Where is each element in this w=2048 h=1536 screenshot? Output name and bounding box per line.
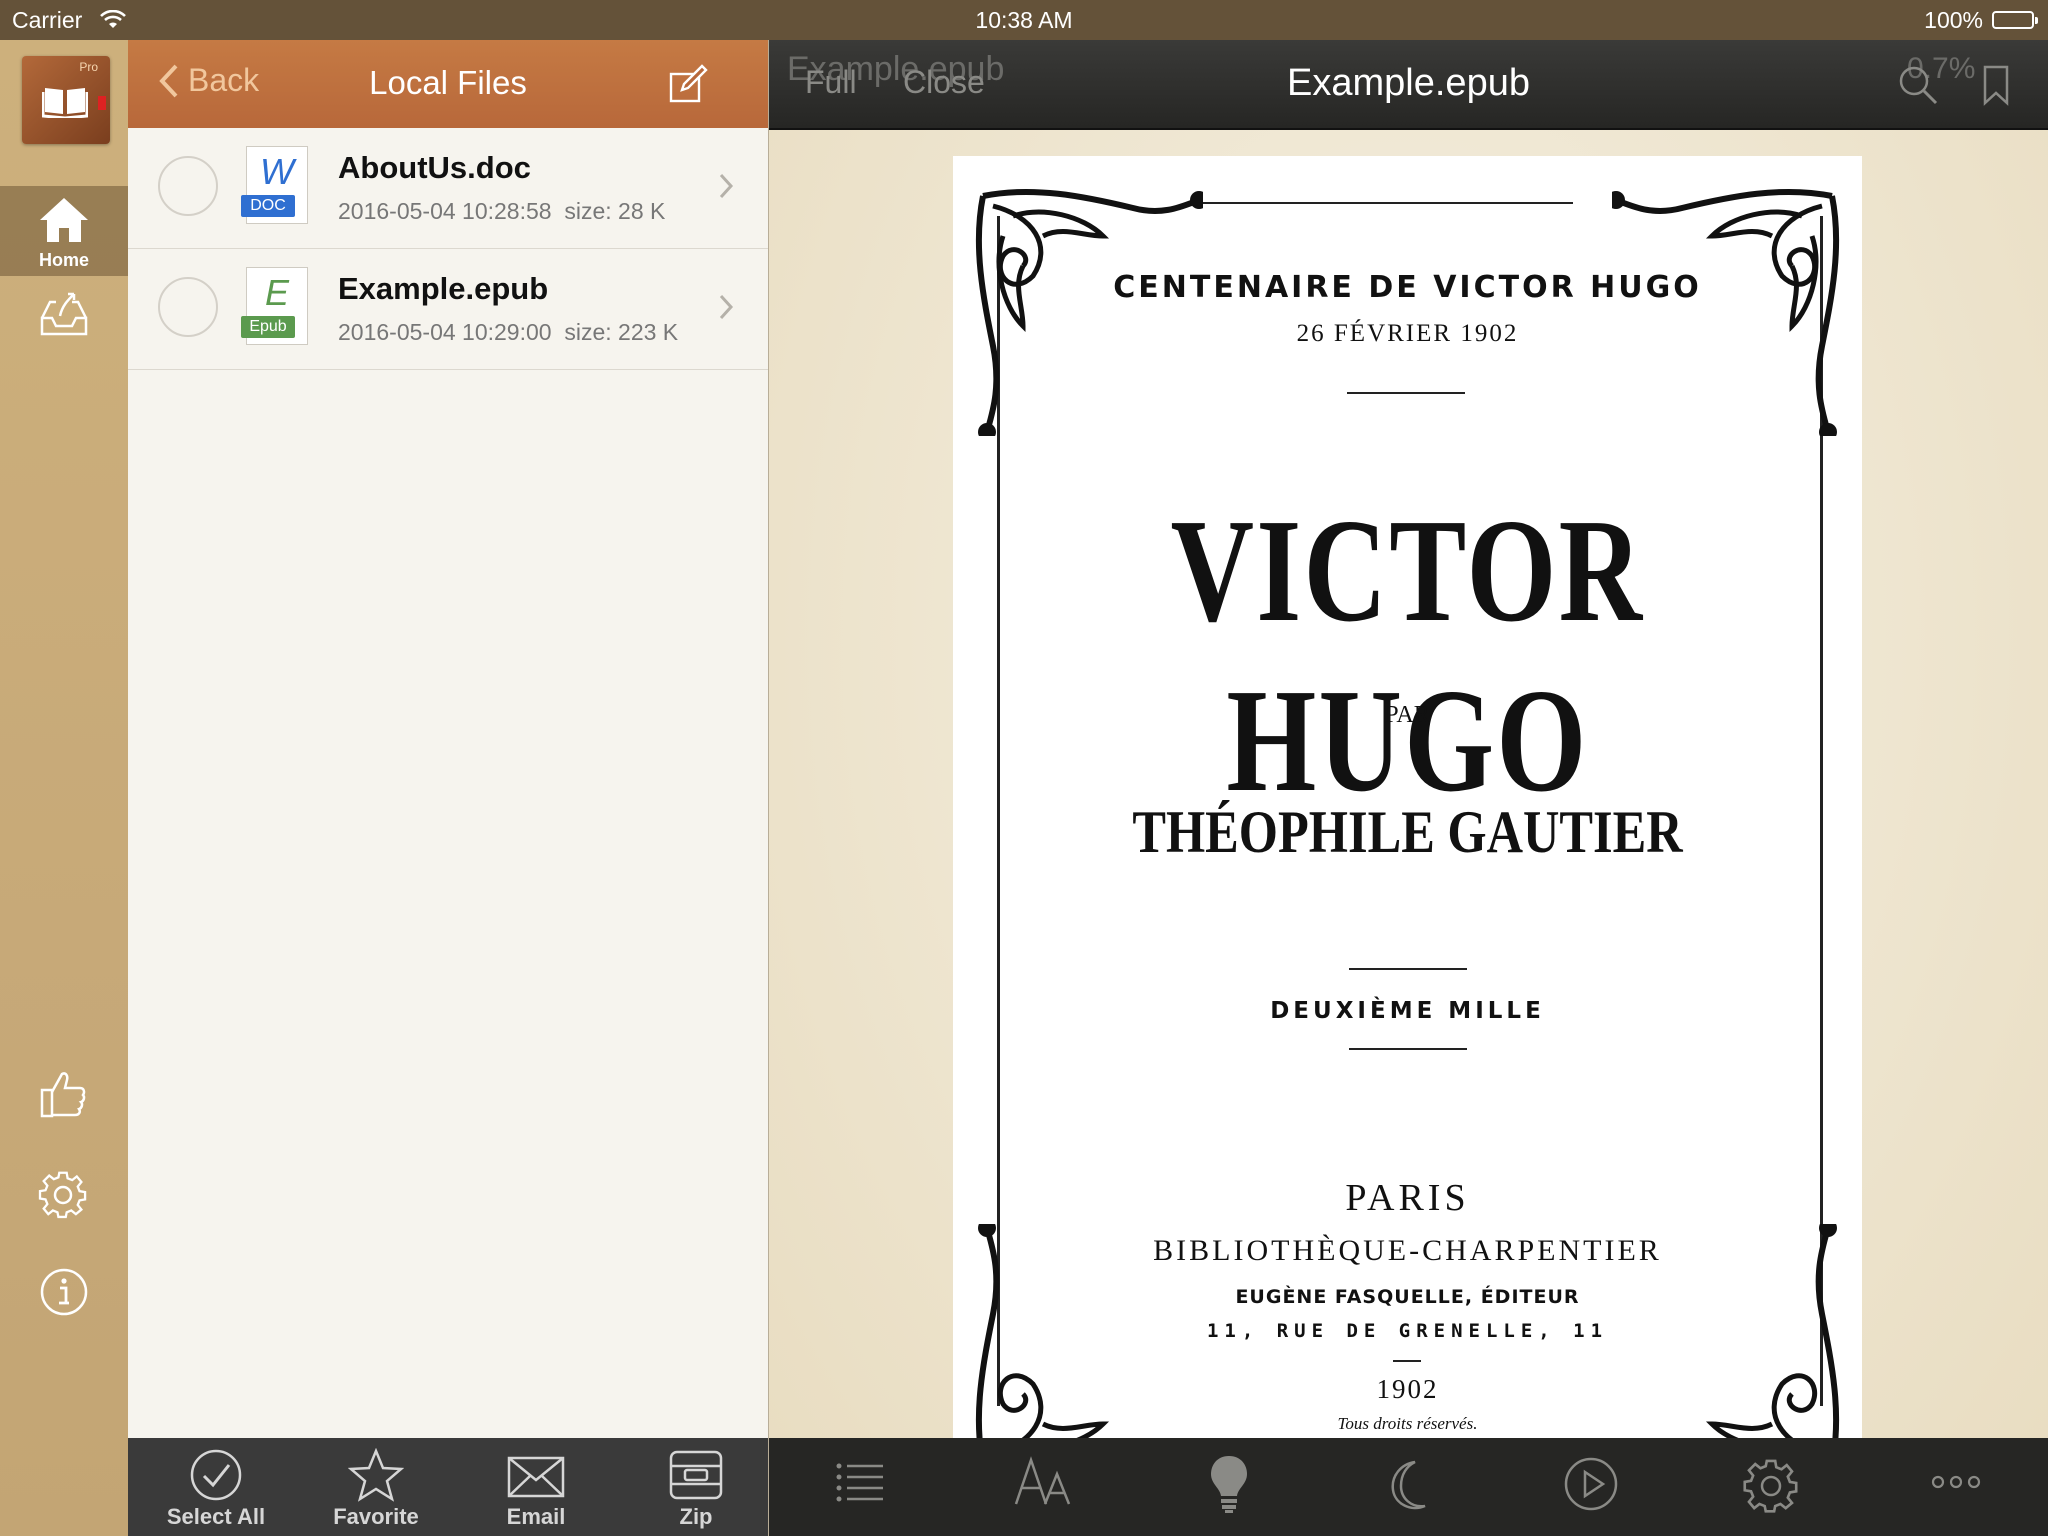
select-all-label: Select All — [166, 1504, 266, 1529]
favorite-button[interactable]: Favorite — [316, 1448, 436, 1530]
zip-label: Zip — [679, 1504, 713, 1529]
chevron-right-icon — [719, 294, 734, 320]
book-title: Example.epub — [1287, 62, 1530, 104]
edit-icon[interactable] — [668, 64, 708, 104]
file-date: 2016-05-04 10:29:00 — [338, 319, 552, 345]
lightbulb-icon[interactable] — [1209, 1454, 1249, 1514]
select-checkbox[interactable] — [158, 277, 218, 337]
page-address: 11, RUE DE GRENELLE, 11 — [1206, 1320, 1609, 1342]
sidebar-item-home[interactable]: Home — [0, 186, 128, 276]
sidebar-item-label: Home — [38, 250, 89, 270]
file-row[interactable]: W DOC AboutUs.doc 2016-05-04 10:28:58 si… — [128, 128, 768, 249]
checkmark-circle-icon — [190, 1449, 242, 1501]
favorite-label: Favorite — [333, 1504, 419, 1529]
status-bar: Carrier 10:38 AM 100% — [0, 0, 2048, 40]
font-size-icon[interactable] — [1013, 1456, 1077, 1510]
email-button[interactable]: Email — [476, 1448, 596, 1530]
page-publisher: BIBLIOTHÈQUE-CHARPENTIER — [1153, 1234, 1662, 1267]
file-size: size: 28 K — [564, 198, 666, 224]
app-logo: Pro — [22, 56, 110, 144]
page-rights: Tous droits réservés. — [1337, 1414, 1478, 1433]
files-navbar: Back Local Files — [128, 40, 768, 128]
file-row[interactable]: E Epub Example.epub 2016-05-04 10:29:00 … — [128, 249, 768, 370]
file-type-letter: W — [260, 151, 294, 192]
chevron-right-icon — [719, 173, 734, 199]
star-icon — [348, 1448, 404, 1502]
files-toolbar: Select All Favorite Email Zip — [128, 1438, 768, 1536]
file-size: size: 223 K — [564, 319, 679, 345]
page-author: THÉOPHILE GAUTIER — [1132, 799, 1683, 865]
file-type-letter: E — [264, 272, 289, 313]
file-type-badge: DOC — [241, 195, 295, 217]
search-icon[interactable] — [1897, 64, 1939, 106]
file-meta: 2016-05-04 10:28:58 size: 28 K — [338, 198, 665, 225]
page-edition: DEUXIÈME MILLE — [1270, 998, 1545, 1024]
moon-icon[interactable] — [1381, 1458, 1437, 1514]
reader-navbar: Example.epub 0.7% Full Close Example.epu… — [769, 40, 2048, 130]
page-par: PAR — [1385, 702, 1430, 728]
page-heading: CENTENAIRE DE VICTOR HUGO — [1113, 270, 1702, 305]
home-icon — [40, 198, 88, 242]
inbox-icon[interactable] — [38, 288, 90, 338]
info-icon[interactable] — [38, 1266, 90, 1318]
more-icon[interactable] — [1931, 1474, 1981, 1490]
file-name: AboutUs.doc — [338, 150, 531, 185]
page-title-victor-hugo: VICTOR HUGO — [1170, 489, 1645, 823]
battery-percentage: 100% — [1924, 7, 1983, 33]
files-panel: Back Local Files W DOC AboutUs.doc 2016-… — [128, 40, 768, 1536]
list-icon[interactable] — [835, 1460, 887, 1504]
bookmark-icon[interactable] — [1981, 64, 2011, 106]
play-icon[interactable] — [1563, 1456, 1619, 1512]
select-checkbox[interactable] — [158, 156, 218, 216]
zip-button[interactable]: Zip — [636, 1448, 756, 1530]
page-date: 26 FÉVRIER 1902 — [1296, 320, 1519, 347]
select-all-button[interactable]: Select All — [156, 1448, 276, 1530]
doc-file-icon: W DOC — [241, 146, 308, 224]
reader-toolbar — [769, 1438, 2048, 1536]
envelope-icon — [507, 1456, 565, 1498]
page-year: 1902 — [1376, 1374, 1439, 1404]
logo-pro-badge: Pro — [79, 60, 98, 74]
email-label: Email — [506, 1504, 566, 1529]
corner-ornament-top-right — [1612, 188, 1840, 436]
clock: 10:38 AM — [975, 7, 1073, 33]
zip-icon — [669, 1450, 723, 1500]
thumbs-up-icon[interactable] — [38, 1068, 88, 1120]
file-name: Example.epub — [338, 271, 549, 306]
page-city: PARIS — [1345, 1177, 1470, 1219]
reader-pane: Example.epub 0.7% Full Close Example.epu… — [768, 40, 2048, 1536]
book-page[interactable]: CENTENAIRE DE VICTOR HUGO 26 FÉVRIER 190… — [953, 156, 1862, 1438]
gear-icon[interactable] — [36, 1166, 90, 1220]
app-sidebar: Pro Home — [0, 40, 128, 1536]
epub-file-icon: E Epub — [241, 267, 308, 345]
file-type-badge: Epub — [241, 316, 295, 338]
file-date: 2016-05-04 10:28:58 — [338, 198, 552, 224]
book-icon — [42, 88, 88, 118]
battery-icon — [1992, 11, 2038, 29]
file-meta: 2016-05-04 10:29:00 size: 223 K — [338, 319, 678, 346]
corner-ornament-top-left — [975, 188, 1203, 436]
page-editor: EUGÈNE FASQUELLE, ÉDITEUR — [1235, 1286, 1580, 1308]
gear-icon[interactable] — [1741, 1454, 1801, 1514]
